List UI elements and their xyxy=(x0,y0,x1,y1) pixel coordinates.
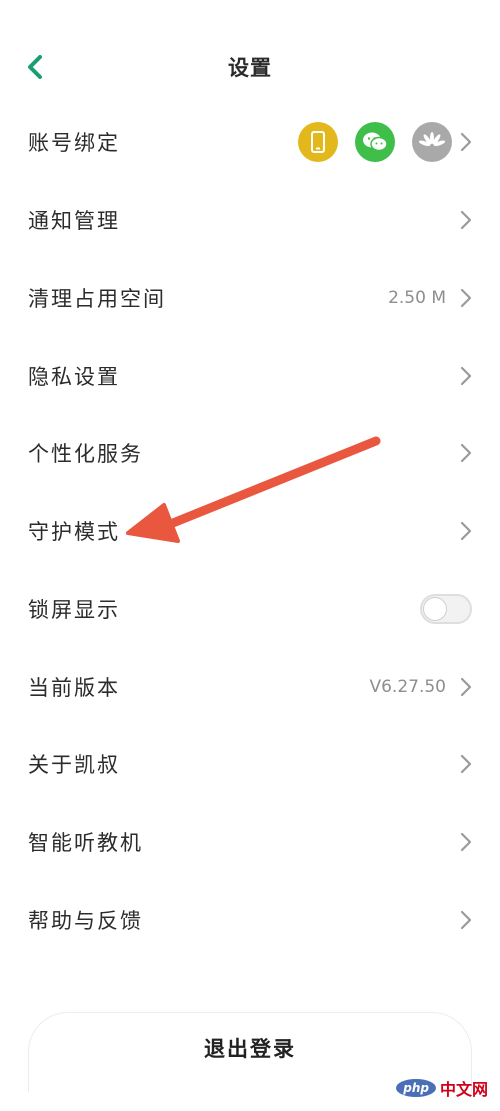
chevron-right-icon xyxy=(458,442,474,464)
chevron-right-icon xyxy=(458,831,474,853)
page-title: 设置 xyxy=(228,56,272,80)
settings-row-about[interactable]: 关于凯叔 xyxy=(0,725,500,803)
row-label: 帮助与反馈 xyxy=(28,909,143,933)
row-label: 智能听教机 xyxy=(28,831,143,855)
row-label: 当前版本 xyxy=(28,676,120,700)
settings-row-lock-screen: 锁屏显示 xyxy=(0,570,500,648)
huawei-icon[interactable] xyxy=(412,122,452,162)
lock-screen-toggle[interactable] xyxy=(420,594,472,624)
settings-row-notifications[interactable]: 通知管理 xyxy=(0,181,500,259)
settings-row-privacy[interactable]: 隐私设置 xyxy=(0,337,500,415)
settings-page: 设置 账号绑定 通知管理 清理占用空间 2.50 M 隐私设置 个性化服务 守护… xyxy=(0,0,500,1111)
settings-row-smart-player[interactable]: 智能听教机 xyxy=(0,803,500,881)
settings-row-clear-storage[interactable]: 清理占用空间 2.50 M xyxy=(0,259,500,337)
toggle-knob xyxy=(423,597,447,621)
settings-row-help[interactable]: 帮助与反馈 xyxy=(0,881,500,959)
row-label: 隐私设置 xyxy=(28,365,120,389)
chevron-right-icon xyxy=(458,520,474,542)
row-label: 清理占用空间 xyxy=(28,287,166,311)
row-label: 锁屏显示 xyxy=(28,598,120,622)
phone-icon[interactable] xyxy=(298,122,338,162)
row-label: 通知管理 xyxy=(28,209,120,233)
row-label: 账号绑定 xyxy=(28,131,120,155)
storage-size-value: 2.50 M xyxy=(388,288,446,308)
watermark-badge: php xyxy=(396,1079,436,1097)
settings-row-version[interactable]: 当前版本 V6.27.50 xyxy=(0,648,500,726)
row-label: 关于凯叔 xyxy=(28,753,120,777)
settings-row-guardian-mode[interactable]: 守护模式 xyxy=(0,492,500,570)
binding-icons xyxy=(298,122,452,162)
settings-row-personalization[interactable]: 个性化服务 xyxy=(0,414,500,492)
chevron-right-icon xyxy=(458,131,474,153)
chevron-right-icon xyxy=(458,676,474,698)
settings-row-account-binding[interactable]: 账号绑定 xyxy=(0,103,500,181)
wechat-icon[interactable] xyxy=(355,122,395,162)
watermark: php 中文网 xyxy=(396,1075,488,1101)
version-value: V6.27.50 xyxy=(369,677,446,697)
logout-label: 退出登录 xyxy=(204,1037,296,1061)
chevron-right-icon xyxy=(458,909,474,931)
row-label: 个性化服务 xyxy=(28,442,143,466)
watermark-text: 中文网 xyxy=(439,1080,488,1099)
chevron-right-icon xyxy=(458,209,474,231)
chevron-right-icon xyxy=(458,287,474,309)
chevron-right-icon xyxy=(458,753,474,775)
row-label: 守护模式 xyxy=(28,520,120,544)
chevron-right-icon xyxy=(458,365,474,387)
